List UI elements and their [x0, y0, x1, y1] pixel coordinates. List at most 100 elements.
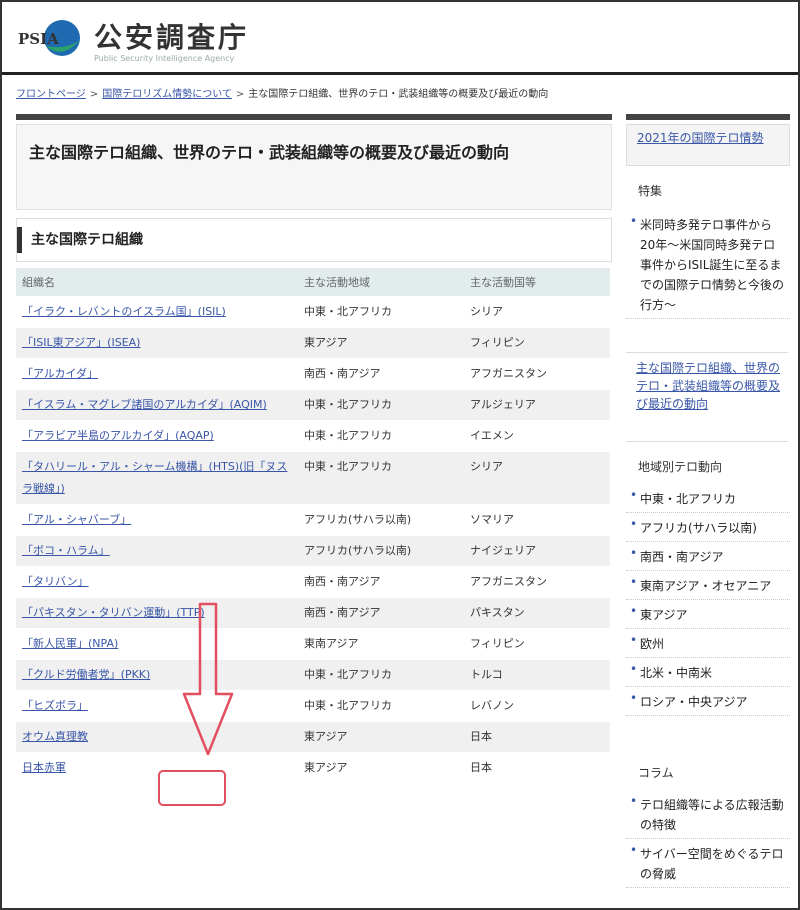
sidebar-region-item: 東アジア [626, 600, 790, 629]
site-subtitle: Public Security Intelligence Agency [94, 54, 235, 63]
section-marker [17, 227, 22, 253]
org-link[interactable]: 「クルド労働者党」(PKK) [22, 668, 150, 681]
breadcrumb-home-link[interactable]: フロントページ [16, 89, 86, 100]
region-cell: 中東・北アフリカ [298, 690, 464, 722]
table-row: 「ボコ・ハラム」 アフリカ(サハラ以南) ナイジェリア [16, 535, 610, 567]
region-cell: 東南アジア [298, 628, 464, 660]
region-cell: 中東・北アフリカ [298, 296, 464, 328]
org-link[interactable]: 「パキスタン・タリバン運動」(TTP) [22, 606, 205, 619]
sidebar-column-head: コラム [638, 766, 674, 780]
logo-abbr: PSIA [18, 30, 59, 48]
table-row: 「タリバン」 南西・南アジア アフガニスタン [16, 566, 610, 598]
table-row: 「ISIL東アジア」(ISEA) 東アジア フィリピン [16, 327, 610, 359]
main-top-bar [16, 114, 612, 120]
sidebar-region-link[interactable]: アフリカ(サハラ以南) [640, 521, 757, 535]
org-link[interactable]: 「ヒズボラ」 [22, 699, 88, 712]
org-link[interactable]: 「アラビア半島のアルカイダ」(AQAP) [22, 429, 214, 442]
org-cell: 「パキスタン・タリバン運動」(TTP) [16, 597, 298, 629]
table-row: 「イスラム・マグレブ諸国のアルカイダ」(AQIM) 中東・北アフリカ アルジェリア [16, 389, 610, 421]
sidebar-special-list: 米同時多発テロ事件から20年〜米国同時多発テロ事件からISIL誕生に至るまでの国… [626, 210, 790, 319]
region-cell: 中東・北アフリカ [298, 389, 464, 421]
section-title: 主な国際テロ組織 [31, 232, 143, 248]
browser-frame: PSIA 公安調査庁 Public Security Intelligence … [0, 0, 800, 910]
sidebar-top-bar [626, 114, 790, 120]
sidebar-special-link[interactable]: 米同時多発テロ事件から20年〜米国同時多発テロ事件からISIL誕生に至るまでの国… [640, 218, 784, 312]
site-title[interactable]: 公安調査庁 [94, 16, 249, 56]
sidebar-column-link[interactable]: テロ組織等による広報活動の特徴 [640, 798, 784, 832]
country-cell: アフガニスタン [464, 358, 610, 390]
org-link[interactable]: 「タリバン」 [22, 575, 89, 588]
sidebar-region-item: 南西・南アジア [626, 542, 790, 571]
sidebar-region-link[interactable]: 欧州 [640, 637, 664, 651]
table-row: 「タハリール・アル・シャーム機構」(HTS)(旧「ヌスラ戦線」) 中東・北アフリカ… [16, 451, 610, 505]
country-cell: 日本 [464, 752, 610, 784]
sidebar-region-link[interactable]: 北米・中南米 [640, 666, 712, 680]
sidebar-column-link[interactable]: サイバー空間をめぐるテロの脅威 [640, 847, 784, 881]
org-link[interactable]: 「タハリール・アル・シャーム機構」(HTS)(旧「ヌスラ戦線」) [22, 460, 287, 495]
org-cell: 「アルカイダ」 [16, 358, 298, 390]
org-cell: 日本赤軍 [16, 752, 298, 784]
organizations-table: 組織名 主な活動地域 主な活動国等 「イラク・レバントのイスラム国」(ISIL)… [16, 268, 610, 784]
sidebar-column-list: テロ組織等による広報活動の特徴 サイバー空間をめぐるテロの脅威 [626, 790, 790, 888]
org-link[interactable]: 「アル・シャバーブ」 [22, 513, 131, 526]
country-cell: アルジェリア [464, 389, 610, 421]
org-cell: 「タリバン」 [16, 566, 298, 598]
table-row: 「アル・シャバーブ」 アフリカ(サハラ以南) ソマリア [16, 504, 610, 536]
main-content: 主な国際テロ組織、世界のテロ・武装組織等の概要及び最近の動向 主な国際テロ組織 … [16, 114, 612, 908]
breadcrumb: フロントページ > 国際テロリズム情勢について > 主な国際テロ組織、世界のテロ・武装組… [16, 85, 786, 101]
org-link[interactable]: 「イスラム・マグレブ諸国のアルカイダ」(AQIM) [22, 398, 267, 411]
country-cell: トルコ [464, 659, 610, 691]
breadcrumb-terrorism-link[interactable]: 国際テロリズム情勢について [102, 89, 232, 100]
region-cell: 中東・北アフリカ [298, 659, 464, 691]
org-link[interactable]: 日本赤軍 [22, 761, 66, 774]
org-cell: 「アラビア半島のアルカイダ」(AQAP) [16, 420, 298, 452]
country-cell: ソマリア [464, 504, 610, 536]
sidebar-link-2021-report[interactable]: 2021年の国際テロ情勢 [637, 129, 767, 147]
sidebar-region-link[interactable]: 東アジア [640, 608, 688, 622]
sidebar-region-item: 東南アジア・オセアニア [626, 571, 790, 600]
region-cell: 南西・南アジア [298, 358, 464, 390]
org-link[interactable]: 「新人民軍」(NPA) [22, 637, 118, 650]
region-cell: アフリカ(サハラ以南) [298, 504, 464, 536]
org-cell: オウム真理教 [16, 721, 298, 753]
sidebar-region-link[interactable]: ロシア・中央アジア [640, 695, 748, 709]
sidebar-region-link[interactable]: 中東・北アフリカ [640, 492, 736, 506]
sidebar: 2021年の国際テロ情勢 特集 米同時多発テロ事件から20年〜米国同時多発テロ事… [626, 114, 790, 908]
org-link[interactable]: 「アルカイダ」 [22, 367, 98, 380]
sidebar-feature-box: 主な国際テロ組織、世界のテロ・武装組織等の概要及び最近の動向 [626, 352, 788, 442]
org-link[interactable]: 「ISIL東アジア」(ISEA) [22, 336, 140, 349]
sidebar-region-link[interactable]: 東南アジア・オセアニア [640, 579, 771, 593]
sidebar-region-item: 中東・北アフリカ [626, 484, 790, 513]
sidebar-region-link[interactable]: 南西・南アジア [640, 550, 724, 564]
page-title: 主な国際テロ組織、世界のテロ・武装組織等の概要及び最近の動向 [29, 143, 510, 162]
sidebar-feature-link[interactable]: 主な国際テロ組織、世界のテロ・武装組織等の概要及び最近の動向 [636, 359, 782, 413]
site-header: PSIA 公安調査庁 Public Security Intelligence … [2, 2, 798, 75]
org-cell: 「新人民軍」(NPA) [16, 628, 298, 660]
country-cell: イエメン [464, 420, 610, 452]
sidebar-column-item: サイバー空間をめぐるテロの脅威 [626, 839, 790, 888]
region-cell: 東アジア [298, 721, 464, 753]
country-cell: ナイジェリア [464, 535, 610, 567]
table-row: 「パキスタン・タリバン運動」(TTP) 南西・南アジア パキスタン [16, 597, 610, 629]
page-title-box: 主な国際テロ組織、世界のテロ・武装組織等の概要及び最近の動向 [16, 124, 612, 210]
org-link[interactable]: 「ボコ・ハラム」 [22, 544, 110, 557]
table-row: 「ヒズボラ」 中東・北アフリカ レバノン [16, 690, 610, 722]
country-cell: シリア [464, 296, 610, 328]
column-header-name: 組織名 [16, 268, 298, 297]
table-row: 「アラビア半島のアルカイダ」(AQAP) 中東・北アフリカ イエメン [16, 420, 610, 452]
psia-logo-icon[interactable]: PSIA [16, 16, 82, 60]
breadcrumb-current: 主な国際テロ組織、世界のテロ・武装組織等の概要及び最近の動向 [248, 89, 549, 100]
sidebar-region-item: 北米・中南米 [626, 658, 790, 687]
org-cell: 「ボコ・ハラム」 [16, 535, 298, 567]
org-cell: 「アル・シャバーブ」 [16, 504, 298, 536]
org-link[interactable]: オウム真理教 [22, 730, 88, 743]
sidebar-special-head: 特集 [638, 184, 663, 198]
org-link[interactable]: 「イラク・レバントのイスラム国」(ISIL) [22, 305, 226, 318]
org-cell: 「タハリール・アル・シャーム機構」(HTS)(旧「ヌスラ戦線」) [16, 451, 298, 505]
country-cell: フィリピン [464, 628, 610, 660]
sidebar-top-link-box: 2021年の国際テロ情勢 [626, 124, 790, 166]
country-cell: パキスタン [464, 597, 610, 629]
org-cell: 「クルド労働者党」(PKK) [16, 659, 298, 691]
sidebar-region-head: 地域別テロ動向 [638, 460, 723, 474]
column-header-region: 主な活動地域 [298, 268, 464, 297]
